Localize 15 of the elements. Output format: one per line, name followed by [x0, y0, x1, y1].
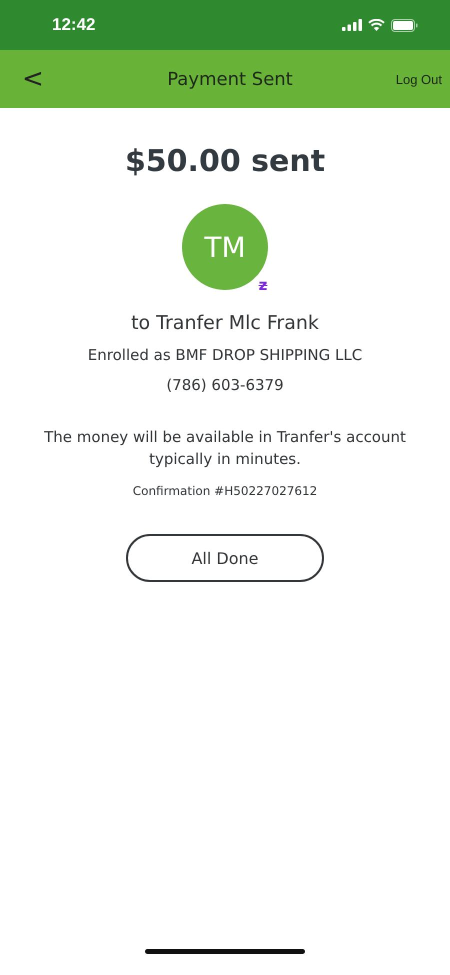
- confirmation-number: Confirmation #H50227027612: [132, 484, 318, 498]
- back-button[interactable]: <: [18, 64, 48, 94]
- signal-icon: [342, 19, 362, 31]
- page-title: Payment Sent: [167, 68, 293, 90]
- battery-icon: [391, 18, 418, 32]
- done-button[interactable]: All Done: [126, 534, 324, 582]
- recipient-name: to Tranfer Mlc Frank: [131, 312, 319, 334]
- wifi-icon: [368, 19, 385, 31]
- enrolled-name: Enrolled as BMF DROP SHIPPING LLC: [88, 346, 362, 364]
- phone-number: (786) 603-6379: [166, 376, 284, 394]
- info-message: The money will be available in Tranfer's account typically in minutes.: [43, 427, 407, 470]
- amount-sent: $50.00 sent: [124, 144, 326, 179]
- avatar-initials: TM: [204, 230, 246, 264]
- log-out-button[interactable]: Log Out: [396, 72, 442, 86]
- status-time: 12:42: [52, 15, 96, 35]
